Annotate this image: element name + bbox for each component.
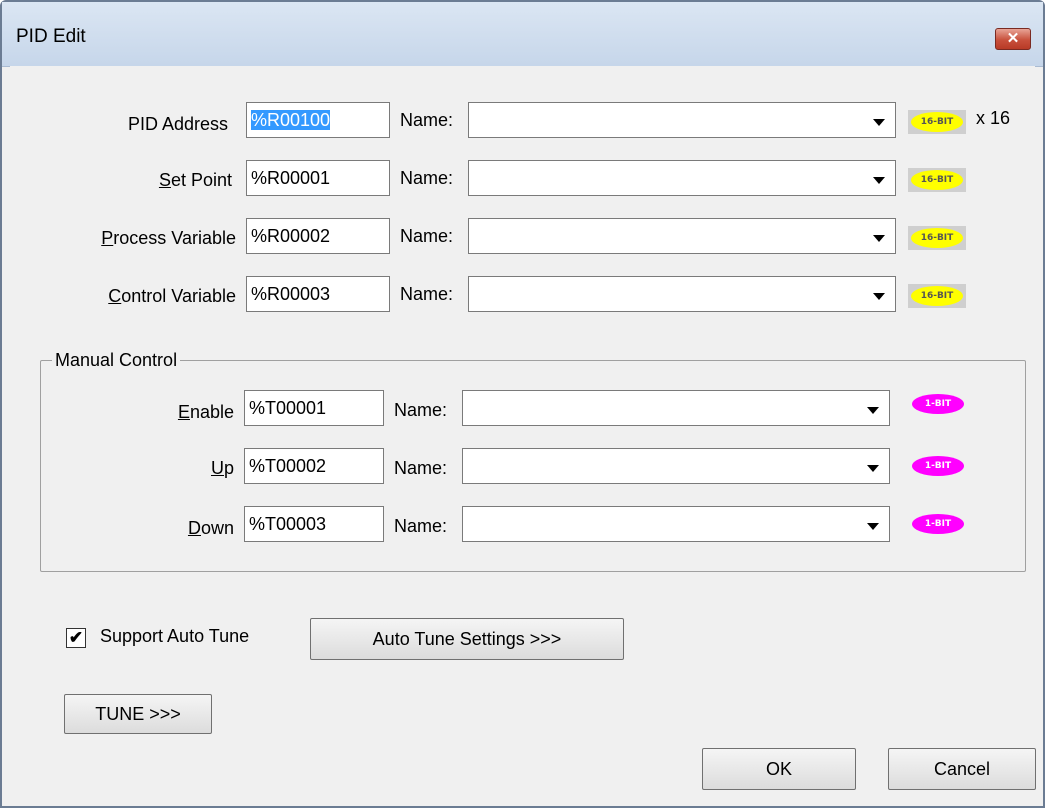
dropdown-arrow[interactable] — [863, 277, 895, 311]
up-label: Up — [210, 458, 234, 478]
pid-address-field[interactable]: %R00100 — [246, 102, 390, 138]
process-variable-name-label: Name: — [400, 226, 454, 246]
close-button[interactable]: ✕ — [995, 28, 1031, 50]
bit-badge-label: 16-BIT — [911, 112, 963, 132]
up-field[interactable]: %T00002 — [244, 448, 384, 484]
down-name-label: Name: — [394, 516, 448, 536]
up-bit-badge: 1-BIT — [912, 456, 964, 476]
close-icon: ✕ — [1006, 30, 1020, 47]
set-point-name-combo[interactable] — [468, 160, 896, 196]
dropdown-arrow[interactable] — [863, 161, 895, 195]
auto-tune-settings-button[interactable]: Auto Tune Settings >>> — [310, 618, 624, 660]
title-bar[interactable]: PID Edit ✕ — [2, 2, 1043, 67]
process-variable-bit-badge: 16-BIT — [908, 226, 966, 250]
chevron-down-icon — [867, 464, 879, 472]
pid-address-size-label: x 16 — [976, 108, 1011, 128]
down-label: Down — [187, 518, 234, 538]
enable-bit-badge: 1-BIT — [912, 394, 964, 414]
bit-badge-label: 16-BIT — [911, 170, 963, 190]
dropdown-arrow[interactable] — [857, 507, 889, 541]
control-variable-field[interactable]: %R00003 — [246, 276, 390, 312]
process-variable-name-combo[interactable] — [468, 218, 896, 254]
pid-address-name-label: Name: — [400, 110, 454, 130]
control-variable-name-combo[interactable] — [468, 276, 896, 312]
up-name-label: Name: — [394, 458, 448, 478]
manual-control-title: Manual Control — [52, 350, 181, 371]
down-field[interactable]: %T00003 — [244, 506, 384, 542]
control-variable-name-label: Name: — [400, 284, 454, 304]
support-auto-tune-label[interactable]: Support Auto Tune — [100, 626, 249, 647]
ok-button[interactable]: OK — [702, 748, 856, 790]
pid-edit-dialog: PID Edit ✕ PID Address %R00100 Name: 16-… — [0, 0, 1045, 808]
process-variable-label: Process Variable — [101, 228, 236, 248]
up-name-combo[interactable] — [462, 448, 890, 484]
control-variable-bit-badge: 16-BIT — [908, 284, 966, 308]
enable-name-combo[interactable] — [462, 390, 890, 426]
tune-button[interactable]: TUNE >>> — [64, 694, 212, 734]
dropdown-arrow[interactable] — [857, 391, 889, 425]
support-auto-tune-checkbox[interactable]: ✔ — [66, 628, 86, 648]
pid-address-bit-badge: 16-BIT — [908, 110, 966, 134]
set-point-field[interactable]: %R00001 — [246, 160, 390, 196]
cancel-button[interactable]: Cancel — [888, 748, 1036, 790]
bit-badge-label: 16-BIT — [911, 228, 963, 248]
enable-field[interactable]: %T00001 — [244, 390, 384, 426]
chevron-down-icon — [873, 292, 885, 300]
pid-address-label: PID Address — [127, 114, 228, 134]
chevron-down-icon — [873, 176, 885, 184]
dialog-body: PID Address %R00100 Name: 16-BIT x 16 Se… — [10, 66, 1036, 806]
pid-address-name-combo[interactable] — [468, 102, 896, 138]
dropdown-arrow[interactable] — [863, 219, 895, 253]
down-bit-badge: 1-BIT — [912, 514, 964, 534]
down-name-combo[interactable] — [462, 506, 890, 542]
process-variable-field[interactable]: %R00002 — [246, 218, 390, 254]
set-point-name-label: Name: — [400, 168, 454, 188]
chevron-down-icon — [867, 406, 879, 414]
set-point-bit-badge: 16-BIT — [908, 168, 966, 192]
set-point-label: Set Point — [158, 170, 232, 190]
dropdown-arrow[interactable] — [857, 449, 889, 483]
bit-badge-label: 16-BIT — [911, 286, 963, 306]
dialog-title: PID Edit — [16, 26, 86, 47]
chevron-down-icon — [867, 522, 879, 530]
dropdown-arrow[interactable] — [863, 103, 895, 137]
chevron-down-icon — [873, 234, 885, 242]
enable-label: Enable — [177, 402, 234, 422]
chevron-down-icon — [873, 118, 885, 126]
enable-name-label: Name: — [394, 400, 448, 420]
control-variable-label: Control Variable — [108, 286, 236, 306]
